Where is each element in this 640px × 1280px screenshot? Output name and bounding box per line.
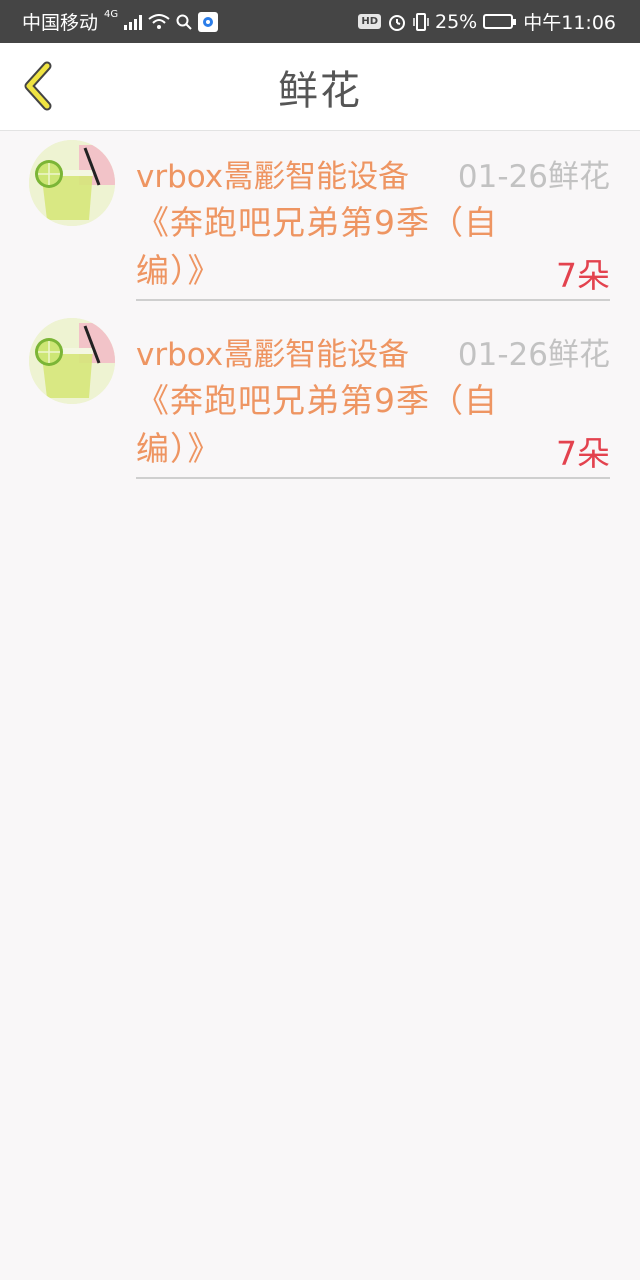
clock: 中午11:06	[523, 12, 616, 34]
gift-meta: 01-26鲜花	[458, 329, 610, 374]
battery-icon	[483, 14, 517, 29]
gift-list: vrbox暠彲智能设备 01-26鲜花 《奔跑吧兄弟第9季（自编）》 7朵 vr…	[0, 131, 640, 487]
program-name: 《奔跑吧兄弟第9季（自编）》	[136, 203, 498, 290]
search-icon	[176, 14, 192, 30]
battery-percent: 25%	[435, 10, 478, 33]
back-button[interactable]	[14, 57, 64, 115]
page-title: 鲜花	[278, 67, 362, 114]
signal-icon	[124, 14, 143, 30]
alarm-icon	[389, 14, 405, 31]
sender-name: vrbox暠彲智能设备	[136, 159, 410, 195]
gift-type: 鲜花	[548, 337, 610, 373]
gift-list-item[interactable]: vrbox暠彲智能设备 01-26鲜花 《奔跑吧兄弟第9季（自编）》 7朵	[0, 309, 640, 487]
gift-date: 01-26	[457, 337, 548, 373]
carrier-label: 中国移动	[22, 12, 99, 34]
gift-date: 01-26	[457, 159, 548, 195]
program-name: 《奔跑吧兄弟第9季（自编）》	[136, 381, 498, 468]
wifi-icon	[148, 13, 170, 29]
status-bar: 中国移动 4G HD 25% 中午11:06	[0, 0, 640, 43]
hd-badge: HD	[358, 14, 381, 29]
gift-list-item[interactable]: vrbox暠彲智能设备 01-26鲜花 《奔跑吧兄弟第9季（自编）》 7朵	[0, 131, 640, 309]
avatar	[29, 140, 115, 226]
gift-type: 鲜花	[548, 159, 610, 195]
network-type-label: 4G	[104, 9, 119, 20]
app-notification-icon	[198, 11, 219, 32]
gift-count: 7朵	[556, 256, 610, 295]
lemonade-drink-image	[29, 318, 115, 404]
header-bar: 鲜花	[0, 43, 640, 131]
gift-meta: 01-26鲜花	[458, 151, 610, 196]
sender-name: vrbox暠彲智能设备	[136, 337, 410, 373]
chevron-left-icon	[24, 61, 52, 111]
gift-item-body: vrbox暠彲智能设备 01-26鲜花 《奔跑吧兄弟第9季（自编）》 7朵	[136, 131, 610, 301]
vibrate-icon	[413, 12, 429, 31]
avatar	[29, 318, 115, 404]
gift-item-body: vrbox暠彲智能设备 01-26鲜花 《奔跑吧兄弟第9季（自编）》 7朵	[136, 309, 610, 479]
lemonade-drink-image	[29, 140, 115, 226]
gift-count: 7朵	[556, 434, 610, 473]
